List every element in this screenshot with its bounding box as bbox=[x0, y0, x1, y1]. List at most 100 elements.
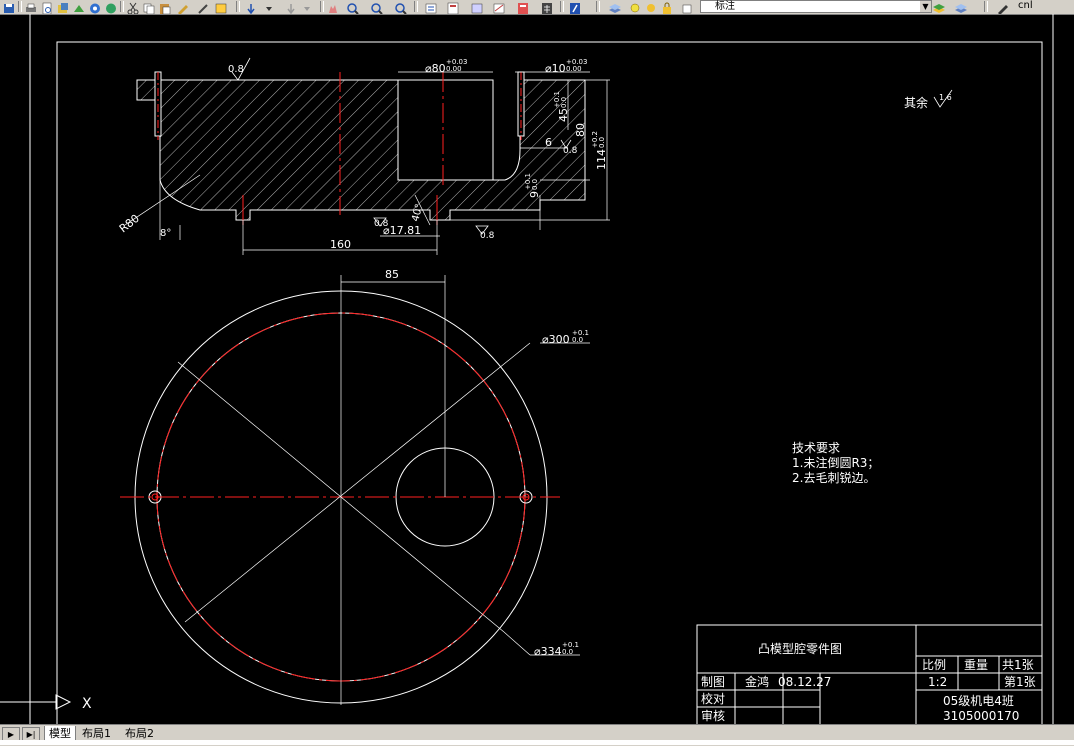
toolbar-separator bbox=[236, 1, 240, 12]
dim-d300-tol-lower: 0.0 bbox=[572, 336, 583, 344]
title-block-text: 凸模型腔零件图 比例 重量 共1张 1:2 第1张 制图 金鸿 08.12.27… bbox=[701, 641, 1036, 723]
roughness-top-value: 0.8 bbox=[228, 64, 244, 75]
right-combo[interactable]: cnl bbox=[1016, 0, 1074, 11]
roughness-bottom-value: 0.8 bbox=[480, 231, 495, 241]
preview-icon[interactable] bbox=[40, 0, 54, 14]
layer-on-icon[interactable] bbox=[628, 0, 642, 13]
ucs-x-label: X bbox=[82, 696, 92, 712]
design-icon-2[interactable] bbox=[104, 0, 118, 14]
tab-layout2[interactable]: 布局2 bbox=[121, 726, 158, 741]
sheet-set-icon[interactable] bbox=[470, 0, 484, 14]
section-cavity bbox=[397, 79, 494, 181]
plan-view: 85 ⌀300 +0.1 0.0 ⌀334 +0.1 0.0 bbox=[120, 268, 590, 705]
layer-manager-icon[interactable] bbox=[608, 0, 622, 13]
block-icon[interactable] bbox=[214, 0, 228, 14]
tab-layout2-label: 布局2 bbox=[125, 727, 154, 740]
toolbar-separator bbox=[414, 1, 418, 12]
layer-freeze-icon[interactable] bbox=[644, 0, 658, 13]
matchprop-icon[interactable] bbox=[176, 0, 190, 14]
redo-icon[interactable] bbox=[284, 0, 298, 14]
tech-req-title: 技术要求 bbox=[792, 441, 840, 455]
dim-r80: R80 bbox=[117, 212, 142, 236]
checked-label: 校对 bbox=[701, 691, 725, 706]
pan-icon[interactable] bbox=[326, 0, 340, 13]
toolbar-separator bbox=[320, 1, 324, 12]
calc-icon[interactable] bbox=[540, 0, 554, 14]
dim-h45-tol-lower: 0.0 bbox=[560, 97, 568, 108]
drawing-canvas[interactable]: 0.8 ⌀80 +0.03 0.00 ⌀10 +0.03 0.00 45 +0.… bbox=[0, 14, 1074, 724]
dim-h80: 80 bbox=[574, 123, 587, 137]
help-icon[interactable] bbox=[568, 0, 582, 14]
scale-label: 比例 bbox=[922, 658, 946, 672]
dim-d334-tol-lower: 0.0 bbox=[562, 648, 573, 656]
zoom-window-icon[interactable] bbox=[370, 0, 384, 14]
drawing-title: 凸模型腔零件图 bbox=[758, 641, 842, 656]
dim-angle8: 8° bbox=[160, 228, 171, 239]
dim-w6: 6 bbox=[545, 136, 552, 149]
dim-d300: ⌀300 bbox=[542, 333, 570, 346]
layer-previous-icon[interactable] bbox=[932, 0, 946, 13]
drawn-label: 制图 bbox=[701, 675, 725, 689]
copy-icon[interactable] bbox=[142, 0, 156, 14]
layer-state-icon[interactable] bbox=[954, 0, 968, 13]
layer-lock-icon[interactable] bbox=[660, 0, 674, 14]
dim-h9: 9 bbox=[528, 191, 541, 198]
section-view: 0.8 ⌀80 +0.03 0.00 ⌀10 +0.03 0.00 45 +0.… bbox=[117, 57, 610, 255]
brush-icon[interactable] bbox=[196, 0, 210, 14]
dim-w85: 85 bbox=[385, 268, 399, 281]
right-combo-value: cnl bbox=[1018, 0, 1033, 11]
dim-d80: ⌀80 bbox=[425, 62, 446, 75]
design-center-icon[interactable] bbox=[88, 0, 102, 14]
student-id: 3105000170 bbox=[943, 709, 1019, 723]
undo-dropdown-icon[interactable] bbox=[262, 0, 276, 13]
dim-d10: ⌀10 bbox=[545, 62, 566, 75]
toolbar-separator bbox=[18, 1, 22, 12]
standard-toolbar: 标注 ▼ cnl bbox=[0, 0, 1074, 15]
chevron-down-icon[interactable]: ▼ bbox=[920, 1, 931, 12]
drawn-by: 金鸿 bbox=[745, 674, 769, 689]
dim-h45: 45 bbox=[557, 108, 570, 122]
dim-d334: ⌀334 bbox=[534, 645, 562, 658]
tech-req-line1: 1.未注倒圆R3； bbox=[792, 455, 879, 470]
markup-icon[interactable] bbox=[492, 0, 506, 14]
drawn-date: 08.12.27 bbox=[778, 675, 831, 689]
tool-palette-icon[interactable] bbox=[446, 0, 460, 14]
publish-icon[interactable] bbox=[56, 0, 70, 13]
sheet-number: 第1张 bbox=[1004, 675, 1036, 689]
pen-icon[interactable] bbox=[996, 0, 1010, 14]
dim-h114: 114 bbox=[595, 149, 608, 170]
redo-dropdown-icon[interactable] bbox=[300, 0, 314, 13]
toolbar-separator bbox=[596, 1, 600, 12]
tab-layout1-label: 布局1 bbox=[82, 727, 111, 740]
print-icon[interactable] bbox=[24, 0, 38, 13]
toolbar-separator bbox=[560, 1, 564, 12]
quickcalc-icon[interactable] bbox=[516, 0, 530, 14]
ucs-icon: X bbox=[0, 694, 92, 712]
tab-layout1[interactable]: 布局1 bbox=[78, 726, 115, 741]
properties-icon[interactable] bbox=[424, 0, 438, 14]
dim-d80-tol-lower: 0.00 bbox=[446, 65, 462, 73]
zoom-previous-icon[interactable] bbox=[394, 0, 408, 14]
match-icon[interactable] bbox=[72, 0, 86, 13]
scale-value: 1:2 bbox=[928, 675, 947, 689]
sheets-total: 共1张 bbox=[1002, 658, 1034, 672]
save-icon[interactable] bbox=[2, 0, 16, 13]
cut-icon[interactable] bbox=[126, 0, 140, 14]
undo-icon[interactable] bbox=[244, 0, 258, 14]
dim-d17: ⌀17.81 bbox=[383, 224, 421, 237]
layer-color-icon[interactable] bbox=[680, 0, 694, 14]
other-roughness-label: 其余 bbox=[904, 95, 928, 110]
dim-h9-tol-lower: 0.0 bbox=[531, 179, 539, 190]
approved-label: 审核 bbox=[701, 708, 725, 723]
tech-req-line2: 2.去毛刺锐边。 bbox=[792, 471, 875, 485]
toolbar-separator bbox=[984, 1, 988, 12]
dim-w160: 160 bbox=[330, 238, 351, 251]
zoom-realtime-icon[interactable] bbox=[346, 0, 360, 14]
toolbar-separator bbox=[120, 1, 124, 12]
layer-combo-value: 标注 bbox=[715, 1, 735, 12]
layer-combo[interactable]: 标注 ▼ bbox=[700, 0, 932, 13]
weight-label: 重量 bbox=[964, 658, 988, 672]
class-name: 05级机电4班 bbox=[943, 694, 1014, 708]
other-roughness-value: 1.6 bbox=[939, 93, 952, 102]
paste-icon[interactable] bbox=[158, 0, 172, 14]
